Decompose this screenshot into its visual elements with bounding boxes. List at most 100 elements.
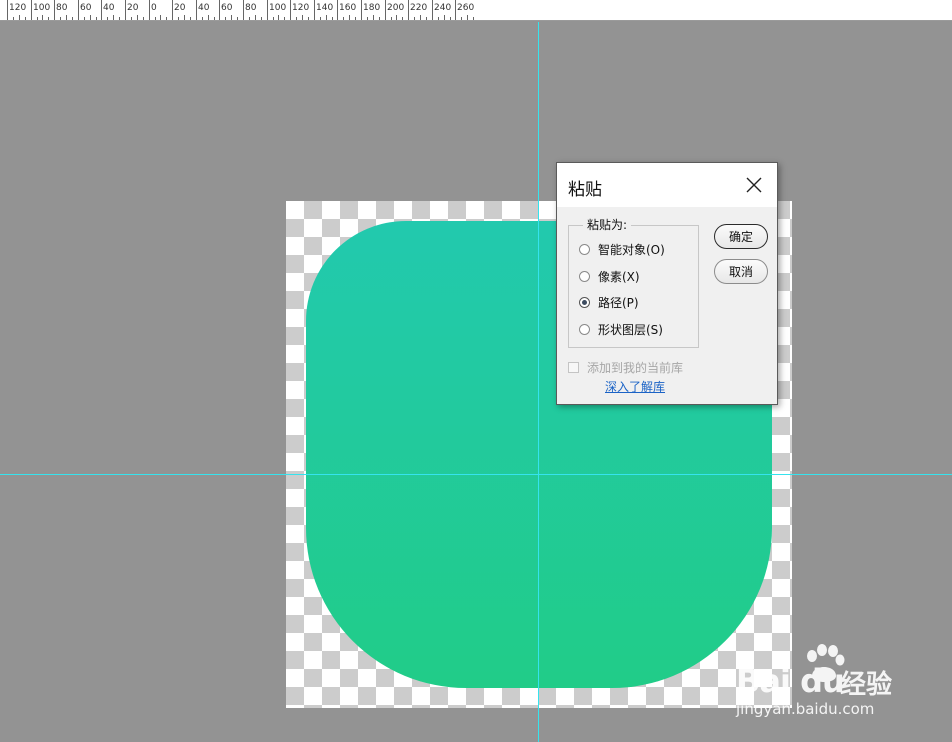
ruler-minor-tick xyxy=(373,15,374,20)
ruler-tick-label: 0 xyxy=(151,3,157,13)
ruler-minor-tick xyxy=(450,17,451,20)
watermark-url: jingyan.baidu.com xyxy=(736,700,875,718)
ruler-major-tick xyxy=(101,0,102,20)
ruler-tick-label: 40 xyxy=(103,3,115,13)
ruler-tick-label: 40 xyxy=(198,3,210,13)
ruler-minor-tick xyxy=(96,17,97,20)
ruler-minor-tick xyxy=(461,17,462,20)
ruler-minor-tick xyxy=(320,17,321,20)
add-to-library-label: 添加到我的当前库 xyxy=(587,360,684,375)
ruler-minor-tick xyxy=(420,15,421,20)
radio-pixels[interactable] xyxy=(579,270,590,282)
ruler-minor-tick xyxy=(143,17,144,20)
ruler-major-tick xyxy=(149,0,150,20)
ruler-minor-tick xyxy=(13,17,14,20)
ruler-minor-tick xyxy=(255,15,256,20)
ruler-minor-tick xyxy=(284,17,285,20)
ruler-tick-label: 260 xyxy=(457,3,475,13)
ruler-minor-tick xyxy=(326,15,327,20)
ruler-minor-tick xyxy=(379,17,380,20)
ruler-minor-tick xyxy=(119,17,120,20)
ruler-minor-tick xyxy=(160,15,161,20)
ruler-tick-label: 180 xyxy=(363,3,381,13)
ruler-minor-tick xyxy=(308,17,309,20)
ruler-major-tick xyxy=(408,0,409,20)
ruler-minor-tick xyxy=(414,17,415,20)
ruler-minor-tick xyxy=(396,15,397,20)
ruler-minor-tick xyxy=(261,17,262,20)
ruler-tick-label: 200 xyxy=(387,3,405,13)
ruler-minor-tick xyxy=(42,15,43,20)
ruler-minor-tick xyxy=(355,17,356,20)
ruler-minor-tick xyxy=(190,17,191,20)
option-shape-layer[interactable]: 形状图层(S) xyxy=(579,320,663,338)
ruler-minor-tick xyxy=(131,17,132,20)
ruler-major-tick xyxy=(172,0,173,20)
ruler-tick-label: 160 xyxy=(339,3,357,13)
ruler-major-tick xyxy=(337,0,338,20)
ruler-minor-tick xyxy=(208,15,209,20)
dialog-title: 粘贴 xyxy=(568,180,602,200)
ruler-major-tick xyxy=(54,0,55,20)
ruler-minor-tick xyxy=(225,17,226,20)
horizontal-guide[interactable] xyxy=(0,474,952,475)
ruler-tick-label: 80 xyxy=(56,3,68,13)
ruler-tick-label: 120 xyxy=(9,3,27,13)
ruler-tick-label: 240 xyxy=(434,3,452,13)
ruler-minor-tick xyxy=(84,17,85,20)
paste-dialog: 粘贴 粘贴为: 智能对象(O) 像素(X) 路径(P) 形状图层(S) 确定 取… xyxy=(556,162,778,405)
ruler-minor-tick xyxy=(467,15,468,20)
ruler-tick-label: 60 xyxy=(221,3,233,13)
ruler-minor-tick xyxy=(302,15,303,20)
paste-as-label: 粘贴为: xyxy=(583,218,632,232)
ruler-major-tick xyxy=(7,0,8,20)
ruler-tick-label: 20 xyxy=(174,3,186,13)
ruler-tick-label: 220 xyxy=(410,3,428,13)
ruler-major-tick xyxy=(31,0,32,20)
ruler-major-tick xyxy=(455,0,456,20)
ruler-minor-tick xyxy=(349,15,350,20)
dialog-titlebar: 粘贴 xyxy=(557,163,777,207)
ruler-minor-tick xyxy=(278,15,279,20)
ruler-minor-tick xyxy=(107,17,108,20)
ruler-major-tick xyxy=(432,0,433,20)
option-shape-layer-label: 形状图层(S) xyxy=(598,322,663,337)
radio-smart-object[interactable] xyxy=(579,243,590,255)
ruler-tick-label: 100 xyxy=(269,3,287,13)
ruler-tick-label: 80 xyxy=(245,3,257,13)
ruler-tick-label: 140 xyxy=(316,3,334,13)
ruler-major-tick xyxy=(125,0,126,20)
vertical-guide[interactable] xyxy=(538,22,539,742)
radio-shape-layer[interactable] xyxy=(579,323,590,335)
ruler-minor-tick xyxy=(214,17,215,20)
ruler-minor-tick xyxy=(473,17,474,20)
ruler-major-tick xyxy=(78,0,79,20)
ruler-major-tick xyxy=(267,0,268,20)
ruler-minor-tick xyxy=(367,17,368,20)
ruler-major-tick xyxy=(385,0,386,20)
radio-path[interactable] xyxy=(579,296,590,308)
learn-more-link[interactable]: 深入了解库 xyxy=(605,378,665,395)
ruler-minor-tick xyxy=(444,15,445,20)
ruler-tick-label: 60 xyxy=(80,3,92,13)
ruler-tick-label: 100 xyxy=(33,3,51,13)
ok-button[interactable]: 确定 xyxy=(714,224,768,249)
horizontal-ruler[interactable]: 120 100 80 60 40 20 0 20 40 60 80 100 120 140 160 180 20… xyxy=(0,0,952,21)
add-to-library-checkbox xyxy=(568,361,579,373)
close-button[interactable] xyxy=(737,169,771,201)
ruler-minor-tick xyxy=(178,17,179,20)
ruler-minor-tick xyxy=(296,17,297,20)
ruler-minor-tick xyxy=(249,17,250,20)
ruler-major-tick xyxy=(219,0,220,20)
ruler-minor-tick xyxy=(155,17,156,20)
ruler-minor-tick xyxy=(48,17,49,20)
ruler-major-tick xyxy=(243,0,244,20)
option-smart-object-label: 智能对象(O) xyxy=(598,242,665,257)
option-path[interactable]: 路径(P) xyxy=(579,293,639,311)
add-to-library-option: 添加到我的当前库 xyxy=(568,359,683,375)
option-smart-object[interactable]: 智能对象(O) xyxy=(579,240,665,258)
option-pixels[interactable]: 像素(X) xyxy=(579,267,640,285)
ruler-minor-tick xyxy=(184,15,185,20)
ruler-minor-tick xyxy=(66,15,67,20)
cancel-button[interactable]: 取消 xyxy=(714,259,768,284)
